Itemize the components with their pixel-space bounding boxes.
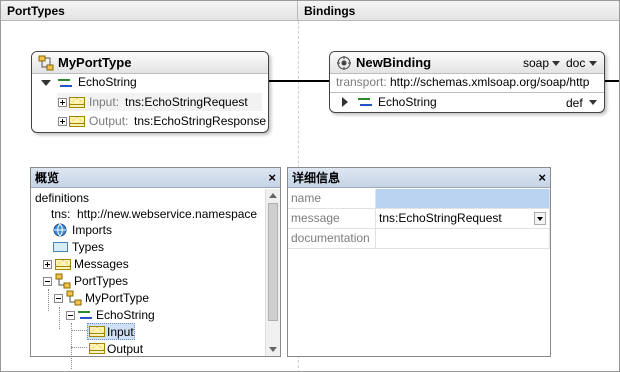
output-expand-icon[interactable]	[58, 117, 67, 126]
output-label: Output:	[89, 114, 129, 128]
prop-name-value[interactable]	[376, 189, 550, 209]
tree-guide	[71, 347, 87, 348]
port-type-header[interactable]: MyPortType	[32, 52, 268, 74]
transport-value[interactable]: http://schemas.xmlsoap.org/soap/http	[390, 73, 589, 91]
binding-operation-expand-icon[interactable]	[342, 97, 348, 107]
overview-panel: 概览 × definitions tns: http://new.webserv…	[30, 167, 281, 369]
input-label: Input:	[89, 95, 120, 109]
prop-documentation-label: documentation	[288, 229, 376, 249]
prop-documentation-value[interactable]	[376, 229, 550, 249]
details-close-icon[interactable]: ×	[538, 168, 546, 188]
binding-operation-icon	[358, 96, 372, 108]
binding-operation[interactable]: EchoString	[378, 93, 437, 111]
tree-myporttype[interactable]: MyPortType	[85, 289, 149, 307]
overview-scrollbar[interactable]	[265, 189, 280, 356]
tree-imports[interactable]: Imports	[72, 221, 112, 239]
tree-porttypes[interactable]: PortTypes	[74, 272, 128, 290]
overview-close-icon[interactable]: ×	[268, 168, 276, 188]
style-dropdown[interactable]: doc	[566, 54, 585, 72]
operation-collapse-icon[interactable]	[41, 80, 51, 86]
messages-expand-icon[interactable]	[43, 260, 52, 269]
binding-title: NewBinding	[356, 55, 432, 70]
message-dropdown-icon[interactable]	[534, 212, 546, 225]
binding-box[interactable]: NewBinding soap doc transport: http://sc…	[329, 51, 605, 113]
input-expand-icon[interactable]	[58, 98, 67, 107]
messages-icon	[55, 259, 71, 270]
protocol-dropdown-arrow-icon[interactable]	[552, 61, 560, 66]
output-message-icon	[69, 116, 85, 127]
details-panel: 详细信息 × name message tns:EchoStringReques…	[287, 167, 551, 357]
binding-header[interactable]: NewBinding soap doc	[330, 52, 604, 74]
output-value: tns:EchoStringResponse	[134, 114, 267, 128]
porttypes-column-header: PortTypes	[1, 1, 298, 21]
details-panel-header: 详细信息 ×	[288, 168, 550, 188]
types-icon	[53, 242, 68, 252]
tree-guide	[71, 330, 87, 331]
binding-icon	[337, 56, 351, 70]
operation-icon	[58, 77, 72, 89]
wsdl-design-canvas: PortTypes Bindings MyPortType EchoString…	[0, 0, 620, 372]
prop-name-label: name	[288, 189, 376, 209]
myporttype-collapse-icon[interactable]	[54, 294, 63, 303]
port-type-title: MyPortType	[58, 55, 132, 70]
operation-style-arrow-icon[interactable]	[589, 100, 597, 105]
overview-panel-title: 概览	[35, 171, 60, 185]
binding-operation-divider	[330, 92, 604, 93]
tree-guide	[59, 307, 60, 329]
scroll-up-icon[interactable]	[269, 193, 277, 198]
tree-messages[interactable]: Messages	[74, 255, 129, 273]
input-message-icon	[69, 97, 85, 108]
overview-tree: definitions tns: http://new.webservice.n…	[31, 189, 265, 369]
input-icon	[89, 326, 105, 337]
tree-input[interactable]: Input	[107, 323, 134, 341]
echostring-collapse-icon[interactable]	[66, 311, 75, 320]
tree-types[interactable]: Types	[72, 238, 104, 256]
port-type-box[interactable]: MyPortType EchoString Input: tns:EchoStr…	[31, 51, 269, 133]
input-value: tns:EchoStringRequest	[125, 95, 248, 109]
echostring-icon	[78, 309, 92, 321]
output-icon	[89, 343, 105, 354]
bindings-column-header: Bindings	[298, 1, 619, 21]
prop-message-label: message	[288, 209, 376, 229]
details-panel-title: 详细信息	[292, 171, 341, 185]
scroll-down-icon[interactable]	[269, 347, 277, 352]
prop-message-text: tns:EchoStringRequest	[379, 211, 502, 225]
myporttype-icon	[66, 290, 82, 306]
porttypes-icon	[55, 273, 71, 289]
protocol-dropdown[interactable]: soap	[523, 54, 549, 72]
overview-panel-header: 概览 ×	[31, 168, 280, 188]
tree-output[interactable]: Output	[107, 340, 143, 358]
style-dropdown-arrow-icon[interactable]	[589, 61, 597, 66]
operation-style-dropdown[interactable]: def	[566, 94, 583, 112]
port-type-icon	[38, 55, 54, 71]
imports-icon	[53, 223, 67, 237]
port-type-operation[interactable]: EchoString	[78, 73, 137, 91]
tree-tns-label: tns:	[51, 207, 71, 221]
tree-guide	[48, 289, 49, 311]
porttypes-collapse-icon[interactable]	[43, 277, 52, 286]
binding-connector-line-right	[605, 80, 619, 82]
prop-message-value[interactable]: tns:EchoStringRequest	[376, 209, 550, 229]
binding-connector-line	[269, 80, 329, 82]
tree-echostring[interactable]: EchoString	[96, 306, 155, 324]
scroll-thumb[interactable]	[268, 203, 278, 321]
transport-label: transport:	[336, 75, 387, 89]
